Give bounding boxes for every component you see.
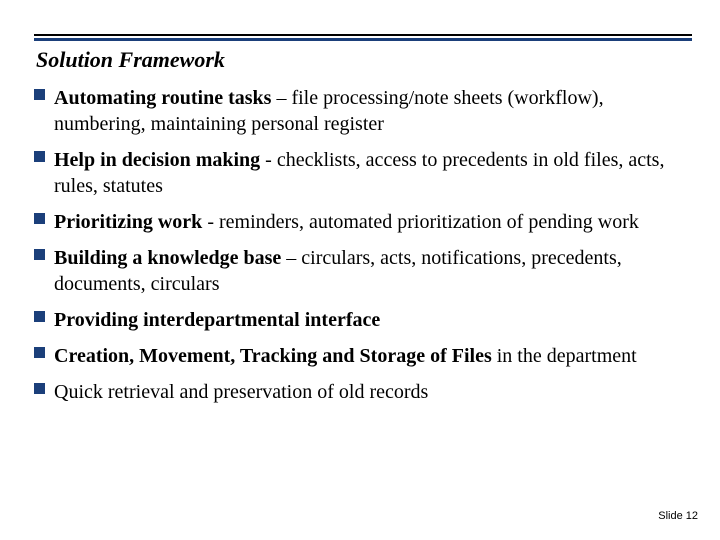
rule-top bbox=[34, 34, 692, 36]
list-item: Automating routine tasks – file processi… bbox=[34, 85, 692, 137]
list-item: Quick retrieval and preservation of old … bbox=[34, 379, 692, 405]
list-item: Creation, Movement, Tracking and Storage… bbox=[34, 343, 692, 369]
bullet-lead: Creation, Movement, Tracking and Storage… bbox=[54, 345, 492, 367]
bullet-list: Automating routine tasks – file processi… bbox=[34, 85, 692, 405]
bullet-lead: Providing interdepartmental interface bbox=[54, 309, 380, 331]
slide-number: Slide 12 bbox=[658, 510, 698, 522]
bullet-rest: in the department bbox=[492, 345, 637, 367]
list-item: Building a knowledge base – circulars, a… bbox=[34, 245, 692, 297]
bullet-lead: Building a knowledge base bbox=[54, 247, 281, 269]
bullet-lead: Help in decision making bbox=[54, 149, 260, 171]
bullet-lead: Prioritizing work bbox=[54, 211, 202, 233]
list-item: Providing interdepartmental interface bbox=[34, 307, 692, 333]
bullet-rest: - reminders, automated prioritization of… bbox=[202, 211, 639, 233]
list-item: Prioritizing work - reminders, automated… bbox=[34, 209, 692, 235]
rule-accent bbox=[34, 38, 692, 41]
slide: Solution Framework Automating routine ta… bbox=[0, 0, 720, 540]
slide-title: Solution Framework bbox=[36, 47, 692, 73]
list-item: Help in decision making - checklists, ac… bbox=[34, 147, 692, 199]
bullet-lead: Automating routine tasks bbox=[54, 87, 271, 109]
bullet-rest: Quick retrieval and preservation of old … bbox=[54, 381, 428, 403]
